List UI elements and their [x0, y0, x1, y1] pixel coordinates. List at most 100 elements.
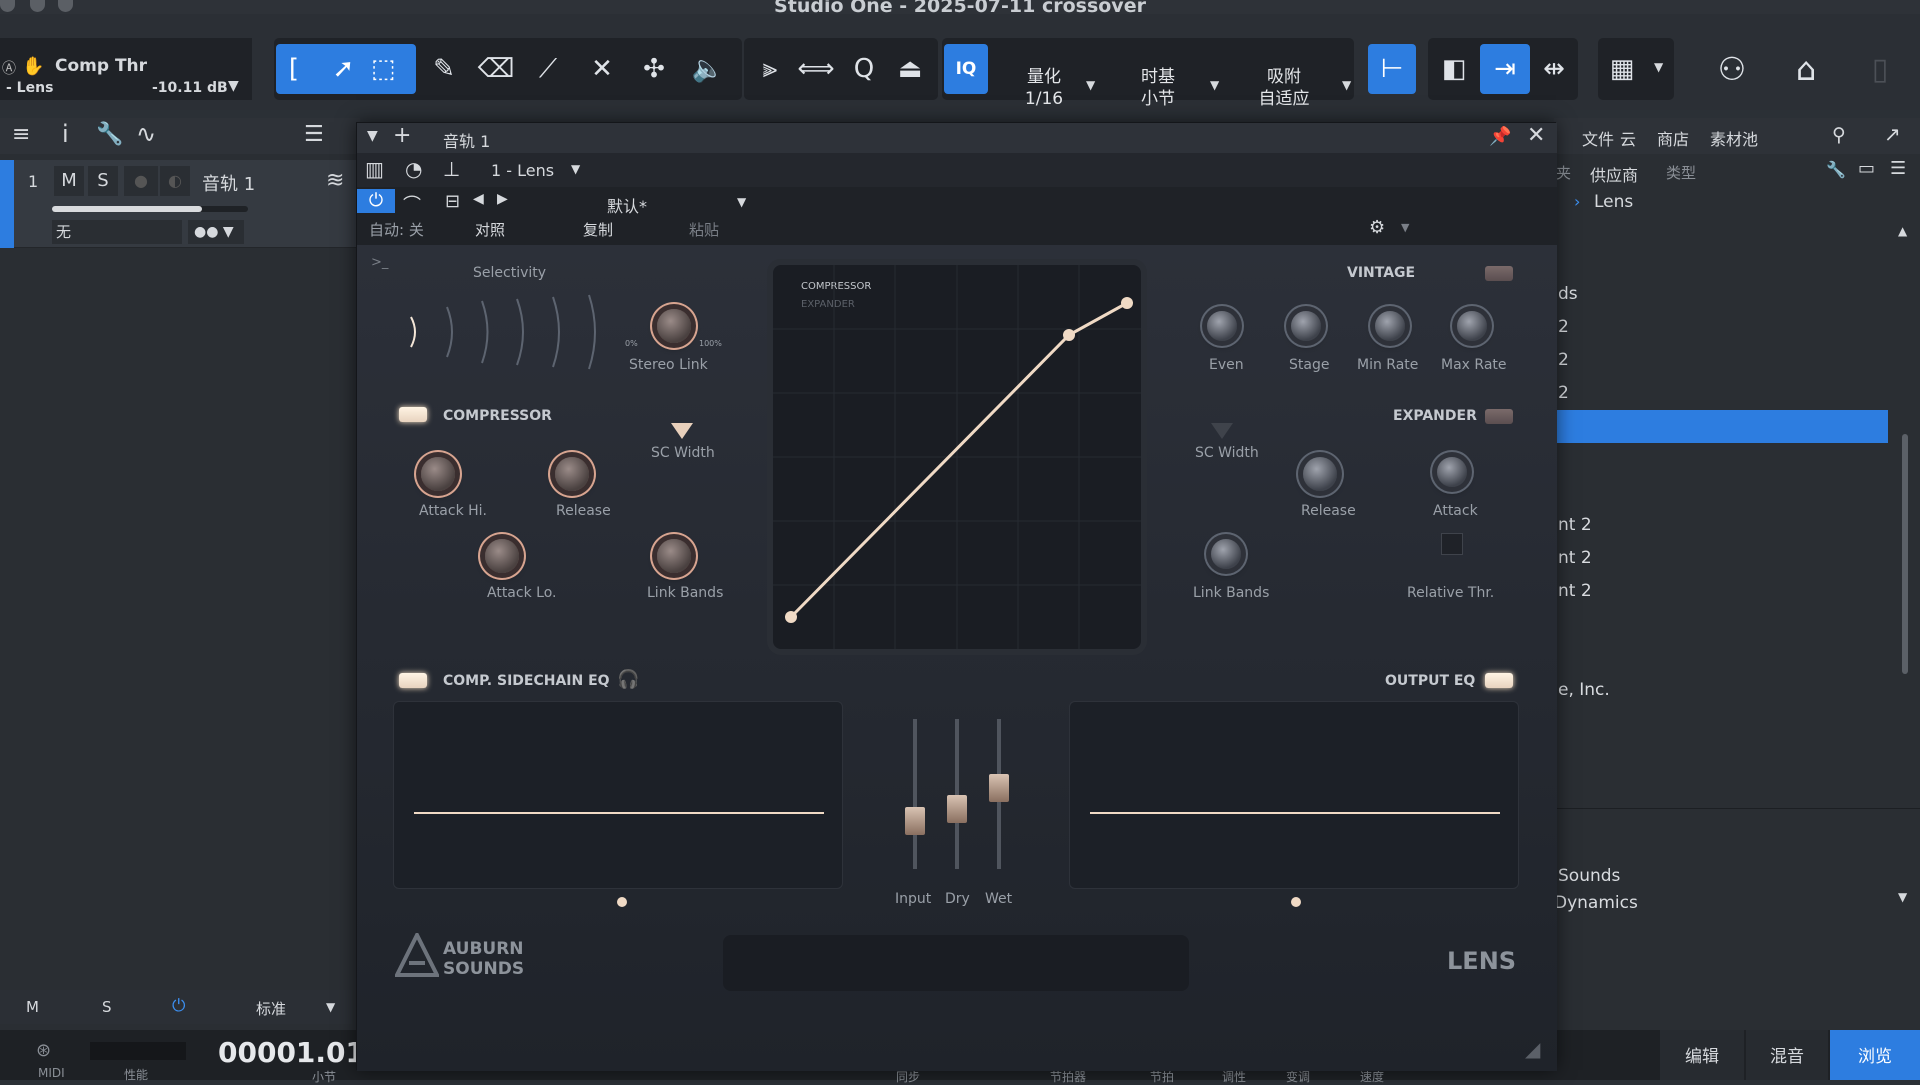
monitor-button[interactable]: ◐	[160, 166, 190, 196]
headphones-icon[interactable]: 🎧	[617, 669, 639, 690]
iq-button[interactable]: IQ	[944, 44, 988, 94]
timebase-select[interactable]: 时基 小节	[1128, 66, 1188, 110]
sidechain-eq-display[interactable]	[393, 701, 843, 889]
tab-edit[interactable]: 编辑	[1660, 1030, 1744, 1080]
power-button[interactable]: ⏻	[357, 189, 395, 213]
column-folder[interactable]: 夹	[1556, 162, 1571, 183]
range-tool-icon[interactable]: ⬚	[371, 54, 396, 84]
menu-icon[interactable]: ≡	[12, 122, 30, 147]
minimize-window-icon[interactable]	[30, 0, 45, 12]
nudge-left-icon[interactable]: ◧	[1432, 44, 1476, 94]
wet-fader-cap[interactable]	[989, 774, 1009, 802]
quantize-select[interactable]: 量化 1/16	[1014, 66, 1074, 110]
search-icon[interactable]: ⚲	[1832, 124, 1846, 146]
column-type[interactable]: 类型	[1666, 162, 1696, 183]
volume-slider[interactable]	[52, 206, 248, 212]
output-eq-led[interactable]	[1485, 673, 1513, 688]
track-name[interactable]: 音轨 1	[202, 170, 255, 196]
vintage-enable-led[interactable]	[1485, 266, 1513, 281]
close-window-icon[interactable]	[0, 0, 15, 12]
list-item[interactable]: 2	[1554, 311, 1920, 344]
save-preset-icon[interactable]: ⊟	[445, 191, 460, 212]
list-item[interactable]: 2	[1554, 344, 1920, 377]
compare-button[interactable]: 对照	[475, 219, 505, 240]
sidechain-eq-handle[interactable]	[617, 897, 627, 907]
output-eq-display[interactable]	[1069, 701, 1519, 889]
max-rate-knob[interactable]	[1457, 311, 1487, 341]
list-item[interactable]: nt 2	[1554, 542, 1920, 575]
zoom-tool-icon[interactable]: Q	[842, 44, 886, 94]
footer-mute[interactable]: M	[26, 998, 39, 1016]
snap-to-grid-icon[interactable]: ⊢	[1368, 44, 1416, 94]
list-item[interactable]: nt 2	[1554, 575, 1920, 608]
scroll-up-icon[interactable]: ▲	[1898, 224, 1907, 238]
automation-toggle[interactable]: 自动: 关	[369, 219, 424, 240]
wet-fader[interactable]	[989, 719, 1009, 869]
eraser-tool-icon[interactable]: ⌫	[474, 44, 518, 94]
column-vendor[interactable]: 供应商	[1590, 162, 1638, 186]
copy-button[interactable]: 复制	[583, 219, 613, 240]
follow-cursor-icon[interactable]: ⇥	[1480, 44, 1530, 94]
resize-handle-icon[interactable]: ◢	[1525, 1037, 1540, 1061]
browser-tab-cloud[interactable]: 云	[1620, 126, 1636, 150]
mute-tool-icon[interactable]: ✕	[580, 44, 624, 94]
output-eq-handle[interactable]	[1291, 897, 1301, 907]
dry-fader[interactable]	[947, 719, 967, 869]
split-tool-icon[interactable]: ✣	[632, 44, 676, 94]
record-button[interactable]: ●	[124, 166, 158, 196]
expander-link-bands-knob[interactable]	[1211, 539, 1241, 569]
bypass-icon[interactable]: ⌒	[403, 191, 421, 217]
prev-preset-icon[interactable]: ◀	[473, 191, 484, 207]
preset-dropdown-icon[interactable]: ▼	[737, 195, 746, 209]
settings-dropdown-icon[interactable]: ▼	[1401, 221, 1409, 234]
grid-icon[interactable]: ▦	[1600, 44, 1644, 94]
listen-tool-icon[interactable]: 🔈	[686, 44, 730, 94]
list-item[interactable]: e, Inc.	[1554, 674, 1920, 707]
param-dropdown-icon[interactable]: ▼	[228, 78, 239, 94]
stage-knob[interactable]	[1291, 311, 1321, 341]
settings-gear-icon[interactable]: ⚙	[1369, 217, 1385, 238]
relative-threshold-toggle[interactable]	[1441, 533, 1463, 555]
document-icon[interactable]: ▯	[1858, 44, 1902, 94]
solo-button[interactable]: S	[88, 166, 118, 196]
info-icon[interactable]: i	[62, 120, 69, 148]
paste-button[interactable]: 粘贴	[689, 219, 719, 240]
console-icon[interactable]: >_	[371, 255, 388, 270]
snap-dropdown-icon[interactable]: ▼	[1342, 78, 1351, 92]
list-item[interactable]: Dynamics	[1554, 887, 1920, 920]
breadcrumb[interactable]: Lens	[1594, 192, 1633, 212]
attack-hi-knob[interactable]	[421, 457, 455, 491]
browser-scrollbar[interactable]: ▲ ▼	[1896, 224, 1914, 924]
loop-bracket-icon[interactable]: [	[276, 44, 312, 94]
pin-icon[interactable]: 📌	[1489, 126, 1511, 147]
selectivity-display[interactable]	[407, 289, 617, 375]
list-options-icon[interactable]: ☰	[304, 122, 324, 147]
compressor-enable-led[interactable]	[399, 407, 427, 422]
grid-dropdown-icon[interactable]: ▼	[1654, 60, 1663, 74]
input-mode-toggle[interactable]: ●● ▼	[188, 220, 244, 244]
browser-wrench-icon[interactable]: 🔧	[1826, 160, 1846, 179]
timestretch-tool-icon[interactable]: ⟺	[794, 44, 838, 94]
quantize-dropdown-icon[interactable]: ▼	[1086, 78, 1095, 92]
arrow-tool-icon[interactable]: ➚	[333, 54, 355, 84]
plugin-menu-icon[interactable]: ▼	[367, 128, 378, 144]
sc-width-triangle-icon[interactable]	[669, 421, 695, 441]
transform-tool-icon[interactable]: ⏏	[888, 44, 932, 94]
even-knob[interactable]	[1207, 311, 1237, 341]
sidechain-icon[interactable]: ◔	[405, 157, 422, 181]
expander-release-knob[interactable]	[1303, 457, 1337, 491]
browser-tab-files[interactable]: 文件	[1582, 126, 1614, 150]
home-icon[interactable]: ⌂	[1784, 44, 1828, 94]
rack-icon[interactable]: ▥	[365, 157, 384, 181]
routing-icon[interactable]: ⊥	[443, 157, 460, 181]
attack-lo-knob[interactable]	[485, 539, 519, 573]
browser-tab-shop[interactable]: 商店	[1657, 126, 1689, 150]
footer-mode[interactable]: 标准	[256, 998, 286, 1019]
list-item[interactable]: 2	[1554, 377, 1920, 410]
tab-mix[interactable]: 混音	[1746, 1030, 1828, 1080]
popout-icon[interactable]: ↗	[1884, 122, 1901, 146]
bend-tool-icon[interactable]: ⫸	[748, 44, 792, 94]
input-fader-cap[interactable]	[905, 807, 925, 835]
track-header[interactable]: 1 M S ● ◐ 音轨 1 ≋ 无 ●● ▼	[0, 160, 360, 248]
browser-view-icon[interactable]: ▭	[1858, 158, 1875, 179]
